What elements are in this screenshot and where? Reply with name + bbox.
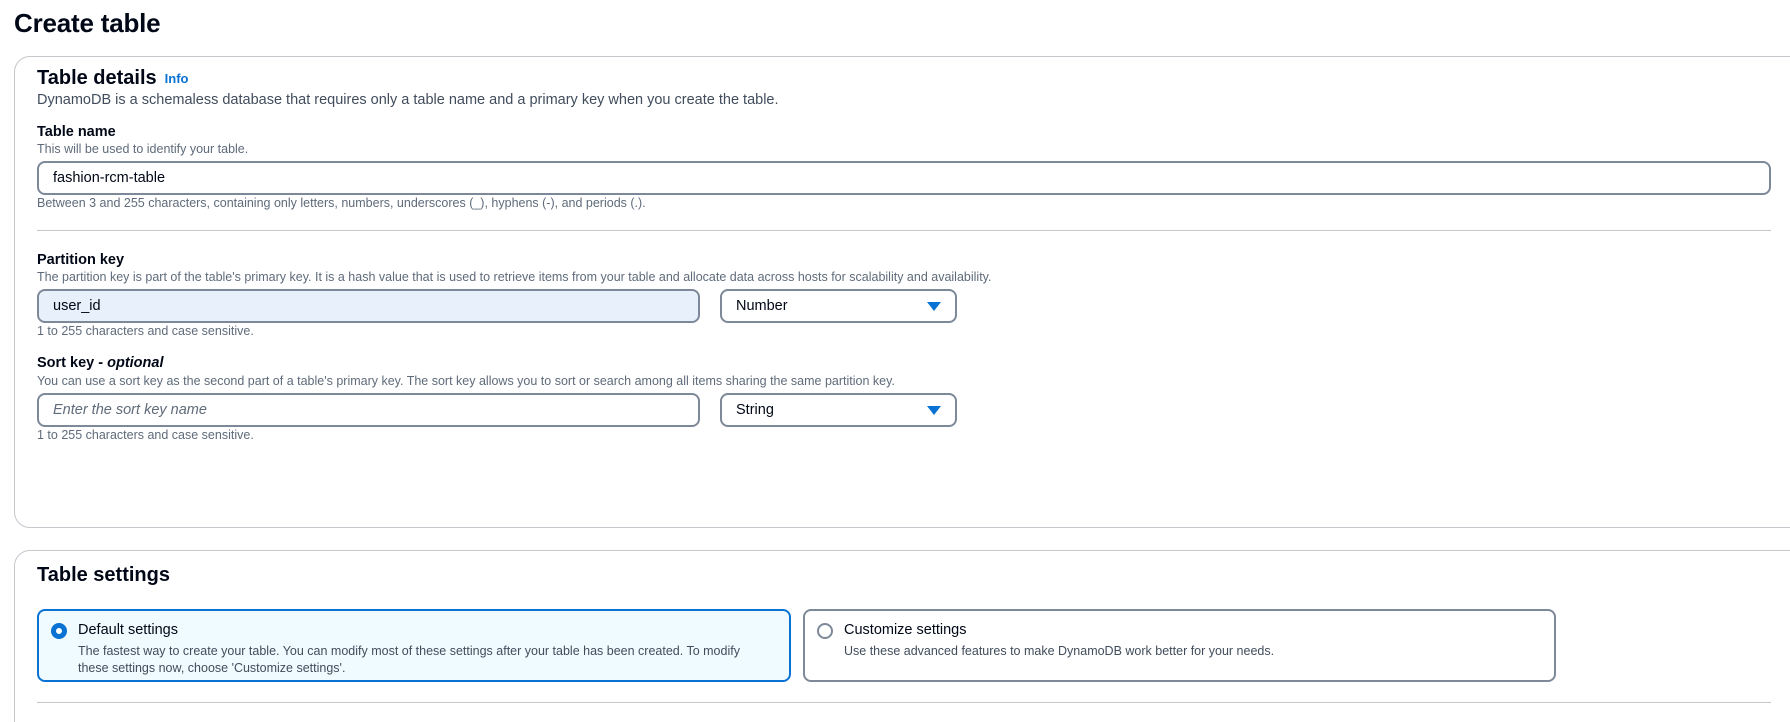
table-settings-container: Table settings Default settings The fast…: [14, 550, 1790, 722]
partition-key-label: Partition key: [37, 252, 125, 268]
section-divider: [37, 702, 1771, 703]
table-name-label: Table name: [37, 124, 116, 140]
page-title: Create table: [14, 8, 161, 38]
customize-settings-option[interactable]: Customize settings Use these advanced fe…: [803, 609, 1556, 682]
table-name-constraint: Between 3 and 255 characters, containing…: [37, 196, 646, 210]
partition-key-constraint: 1 to 255 characters and case sensitive.: [37, 324, 254, 338]
table-details-description: DynamoDB is a schemaless database that r…: [37, 92, 779, 108]
radio-unselected-icon[interactable]: [817, 623, 833, 639]
table-details-container: Table details Info DynamoDB is a schemale…: [14, 56, 1790, 528]
table-details-heading: Table details Info: [37, 67, 189, 90]
caret-down-icon: [927, 405, 941, 415]
table-name-input[interactable]: [37, 161, 1771, 195]
sort-key-description: You can use a sort key as the second par…: [37, 374, 895, 388]
partition-key-description: The partition key is part of the table's…: [37, 270, 992, 284]
customize-settings-title: Customize settings: [844, 622, 967, 638]
sort-key-label: Sort key - optional: [37, 355, 164, 371]
partition-key-type-value: Number: [736, 298, 788, 314]
sort-key-type-select[interactable]: String: [720, 393, 957, 427]
table-details-title: Table details: [37, 67, 157, 89]
sort-key-constraint: 1 to 255 characters and case sensitive.: [37, 428, 254, 442]
default-settings-description: The fastest way to create your table. Yo…: [78, 644, 740, 675]
info-link[interactable]: Info: [165, 71, 189, 86]
table-settings-heading: Table settings: [37, 564, 170, 586]
default-settings-option[interactable]: Default settings The fastest way to crea…: [37, 609, 791, 682]
default-settings-title: Default settings: [78, 622, 178, 638]
sort-key-type-value: String: [736, 402, 774, 418]
partition-key-type-select[interactable]: Number: [720, 289, 957, 323]
section-divider: [37, 230, 1771, 231]
sort-key-label-text: Sort key -: [37, 355, 108, 371]
partition-key-input[interactable]: [37, 289, 700, 323]
sort-key-optional: optional: [107, 355, 164, 371]
customize-settings-description: Use these advanced features to make Dyna…: [844, 644, 1275, 658]
caret-down-icon: [927, 301, 941, 311]
table-name-description: This will be used to identify your table…: [37, 142, 249, 156]
radio-selected-icon[interactable]: [51, 623, 67, 639]
sort-key-input[interactable]: [37, 393, 700, 427]
